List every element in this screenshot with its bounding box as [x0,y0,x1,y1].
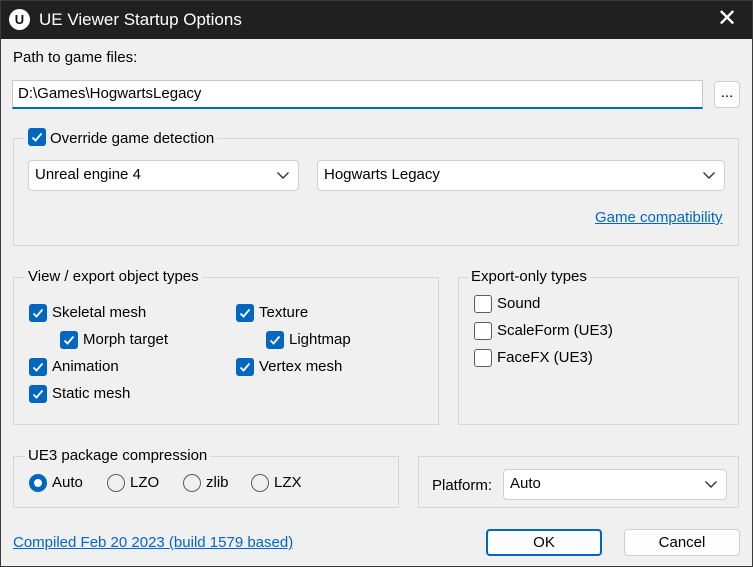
checkmark-icon [32,308,44,318]
facefx-label[interactable]: FaceFX (UE3) [497,349,593,366]
object-types-group [13,277,439,425]
compression-lzo-label[interactable]: LZO [130,474,159,491]
startup-options-dialog: U UE Viewer Startup Options ✕ Path to ga… [0,0,753,567]
skeletal-mesh-label[interactable]: Skeletal mesh [52,304,146,321]
object-types-title: View / export object types [25,268,202,285]
chevron-down-icon [277,172,289,179]
facefx-checkbox[interactable] [474,349,492,367]
unreal-logo-icon: U [9,9,30,30]
static-mesh-label[interactable]: Static mesh [52,385,130,402]
checkmark-icon [239,362,251,372]
compression-lzx-label[interactable]: LZX [274,474,302,491]
platform-select-value: Auto [510,475,541,492]
animation-checkbox[interactable] [29,358,47,376]
checkmark-icon [269,335,281,345]
texture-checkbox[interactable] [236,304,254,322]
build-info-link[interactable]: Compiled Feb 20 2023 (build 1579 based) [13,534,293,551]
ok-button[interactable]: OK [486,529,602,556]
path-input[interactable]: D:\Games\HogwartsLegacy [12,80,703,109]
chevron-down-icon [705,481,717,488]
vertex-mesh-label[interactable]: Vertex mesh [259,358,342,375]
ok-button-label: OK [533,534,555,551]
checkmark-icon [32,389,44,399]
checkmark-icon [31,132,43,142]
animation-label[interactable]: Animation [52,358,119,375]
engine-select[interactable]: Unreal engine 4 [28,160,299,191]
browse-button-label: ... [720,84,734,101]
compression-auto-radio[interactable] [29,474,47,492]
path-label: Path to game files: [13,49,138,66]
compression-zlib-label[interactable]: zlib [206,474,229,491]
window-title: UE Viewer Startup Options [39,10,242,29]
morph-target-checkbox[interactable] [60,331,78,349]
browse-button[interactable]: ... [714,81,740,108]
engine-select-value: Unreal engine 4 [35,166,141,183]
scaleform-label[interactable]: ScaleForm (UE3) [497,322,613,339]
compression-auto-label[interactable]: Auto [52,474,83,491]
unreal-logo-letter: U [14,12,25,27]
close-icon: ✕ [716,5,738,32]
checkmark-icon [239,308,251,318]
game-select-value: Hogwarts Legacy [324,166,440,183]
sound-label[interactable]: Sound [497,295,540,312]
game-compatibility-link[interactable]: Game compatibility [595,209,723,226]
platform-select[interactable]: Auto [503,469,727,500]
platform-label: Platform: [432,477,493,494]
override-group-header: Override game detection [25,128,218,147]
vertex-mesh-checkbox[interactable] [236,358,254,376]
close-button[interactable]: ✕ [702,1,752,39]
export-only-title: Export-only types [468,268,590,285]
scaleform-checkbox[interactable] [474,322,492,340]
title-bar[interactable]: U UE Viewer Startup Options ✕ [1,1,752,39]
compression-zlib-radio[interactable] [183,474,201,492]
checkmark-icon [32,362,44,372]
override-label[interactable]: Override game detection [50,130,214,147]
checkmark-icon [63,335,75,345]
lightmap-checkbox[interactable] [266,331,284,349]
cancel-button-label: Cancel [658,534,706,551]
override-group [13,138,739,246]
path-input-value: D:\Games\HogwartsLegacy [18,85,202,102]
texture-label[interactable]: Texture [259,304,308,321]
override-checkbox[interactable] [28,128,46,146]
morph-target-label[interactable]: Morph target [83,331,168,348]
chevron-down-icon [703,172,715,179]
compression-title: UE3 package compression [25,447,211,464]
static-mesh-checkbox[interactable] [29,385,47,403]
compression-lzo-radio[interactable] [107,474,125,492]
compression-lzx-radio[interactable] [251,474,269,492]
sound-checkbox[interactable] [474,295,492,313]
game-select[interactable]: Hogwarts Legacy [317,160,725,191]
cancel-button[interactable]: Cancel [624,529,740,556]
lightmap-label[interactable]: Lightmap [289,331,351,348]
skeletal-mesh-checkbox[interactable] [29,304,47,322]
